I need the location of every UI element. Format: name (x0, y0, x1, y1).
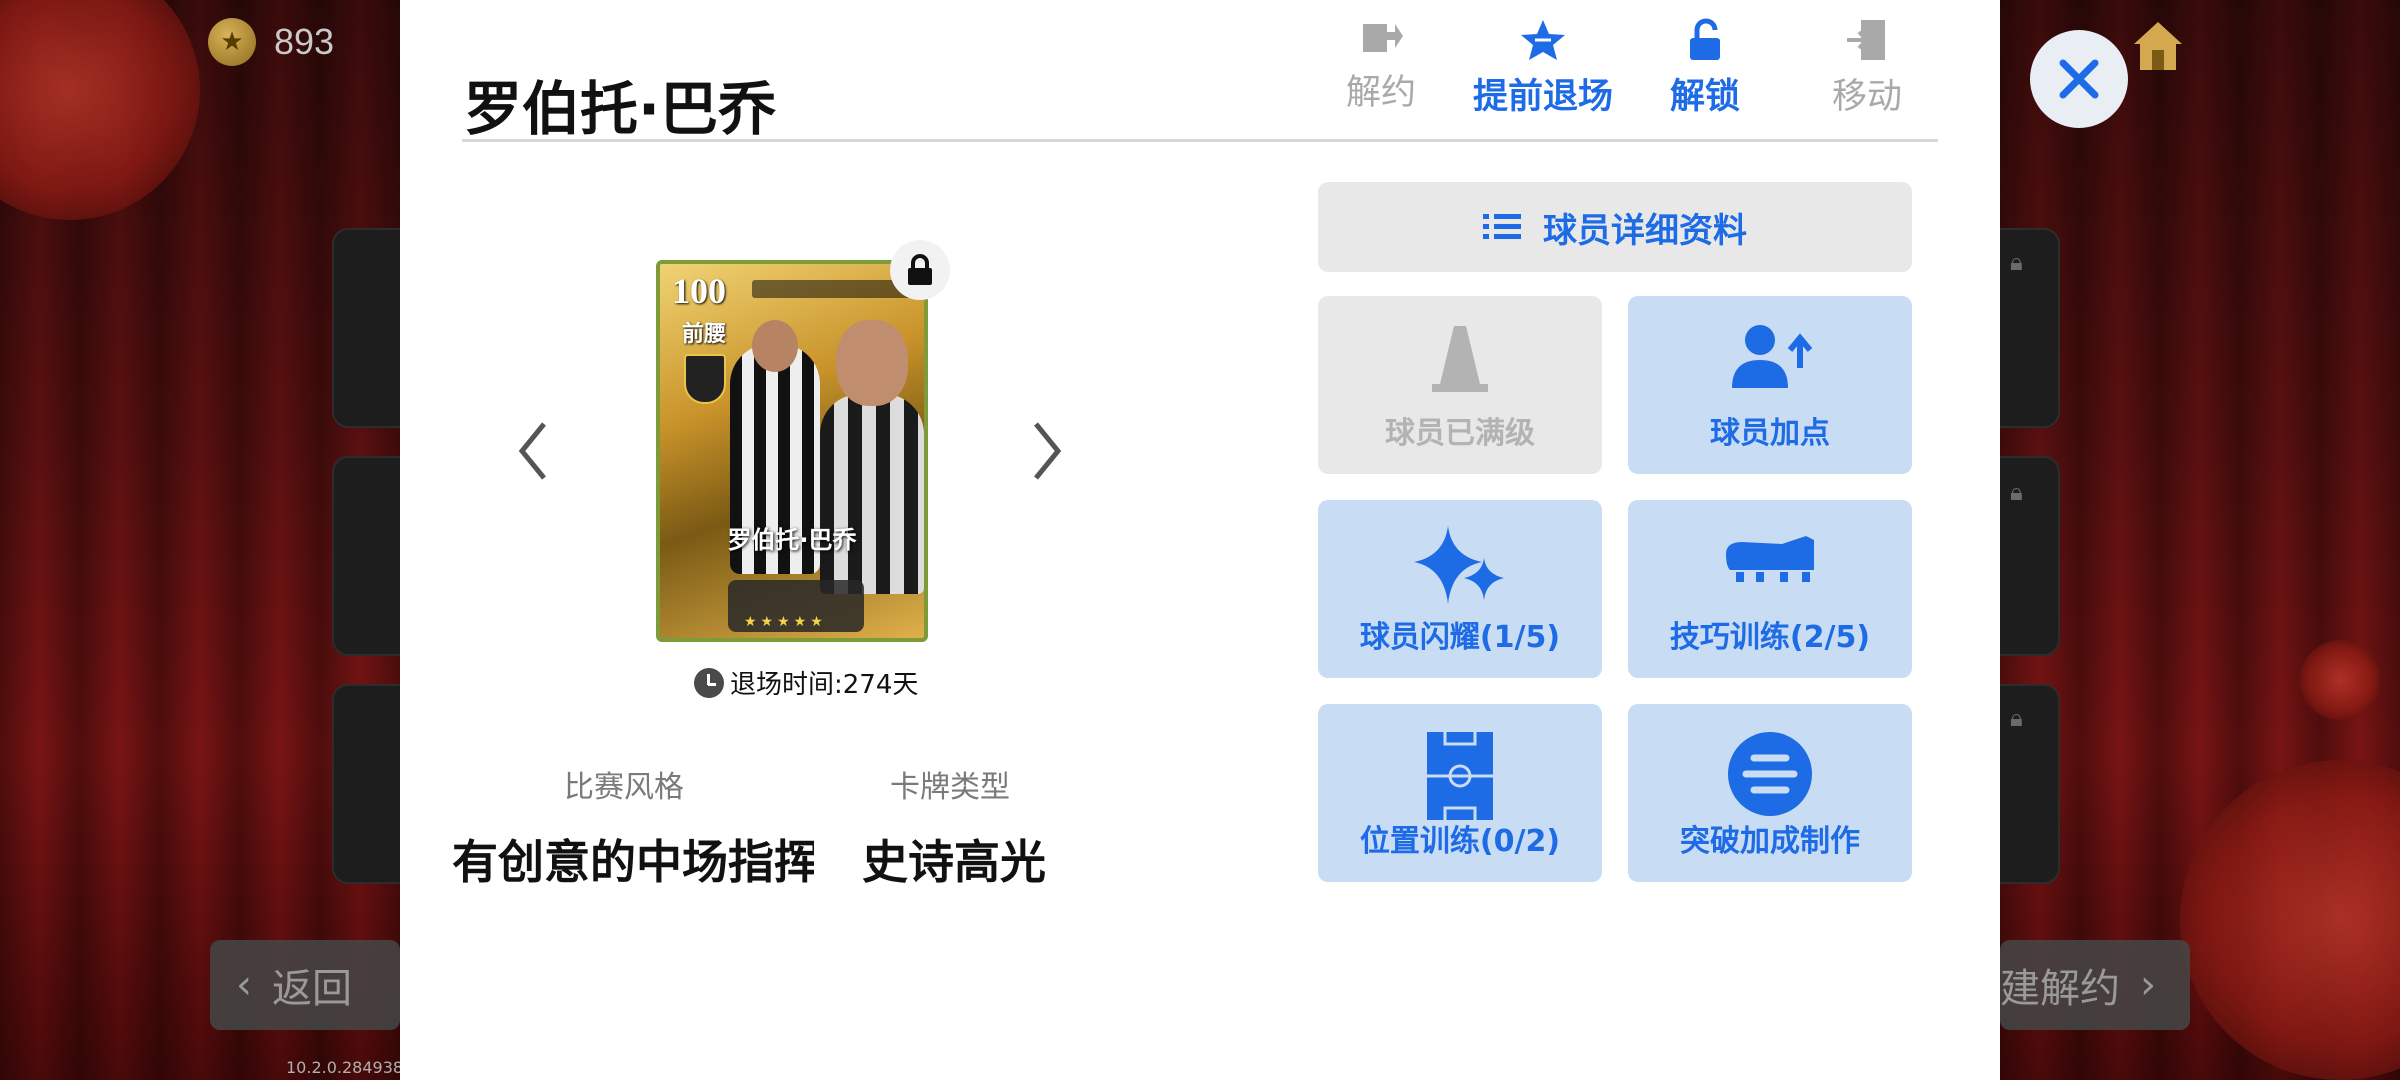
max-level-label: 球员已满级 (1385, 416, 1535, 451)
background-card-slot[interactable] (1998, 228, 2060, 428)
card-stars: ★★★★★ (744, 614, 827, 630)
unlock-label: 解锁 (1669, 77, 1740, 117)
training-cone-icon (1432, 326, 1488, 392)
coin-count: 893 (274, 21, 335, 62)
page-title: 罗伯托·巴乔 (464, 75, 777, 143)
close-button[interactable] (2030, 30, 2128, 128)
unlock-button[interactable]: 解锁 (1630, 18, 1780, 119)
position-training-label: 位置训练(0/2) (1359, 824, 1561, 859)
player-progression-label: 球员加点 (1710, 416, 1830, 451)
move-door-icon (1847, 20, 1885, 60)
boost-crafting-label: 突破加成制作 (1680, 824, 1860, 859)
early-retire-label: 提前退场 (1472, 77, 1613, 117)
close-icon (2059, 59, 2099, 99)
lock-icon: 🔒︎ (2010, 478, 2023, 506)
card-type-label: 卡牌类型 (890, 770, 1010, 805)
bulk-terminate-button[interactable]: 建解约 › (2000, 940, 2190, 1030)
early-retire-star-icon (1521, 20, 1565, 60)
next-player-arrow-icon[interactable] (1026, 418, 1066, 484)
move-button[interactable]: 移动 (1792, 18, 1942, 119)
position-training-tile[interactable]: 位置训练(0/2) (1318, 704, 1602, 882)
currency-display: ★ 893 (208, 18, 334, 66)
play-style-value: 有创意的中场指挥 (452, 835, 814, 889)
skill-training-label: 技巧训练(2/5) (1669, 620, 1871, 655)
back-button[interactable]: ‹ 返回 (210, 940, 400, 1030)
player-progression-tile[interactable]: 球员加点 (1628, 296, 1912, 474)
card-series-logo (752, 280, 912, 298)
efootball-logo-icon (1728, 732, 1812, 816)
card-rating: 100 (672, 271, 726, 311)
background-card-slot[interactable] (1998, 684, 2060, 884)
clock-icon (694, 667, 724, 698)
skill-training-tile[interactable]: 技巧训练(2/5) (1628, 500, 1912, 678)
move-label: 移动 (1831, 77, 1902, 117)
background-card-slot[interactable] (1998, 456, 2060, 656)
card-player-figure (820, 394, 924, 594)
card-type-value: 史诗高光 (862, 835, 1046, 889)
bulk-terminate-label: 建解约 (2000, 966, 2120, 1012)
card-player-head (752, 320, 798, 372)
list-icon (1483, 214, 1521, 239)
unlock-icon (1690, 18, 1720, 60)
player-shine-tile[interactable]: 球员闪耀(1/5) (1318, 500, 1602, 678)
terminate-contract-label: 解约 (1345, 73, 1416, 113)
club-badge-icon (684, 354, 726, 404)
lock-icon: 🔒︎ (2010, 248, 2023, 276)
version-label: 10.2.0.284938 (286, 1058, 404, 1077)
terminate-contract-button[interactable]: 解约 (1306, 18, 1456, 115)
player-details-label: 球员详细资料 (1543, 210, 1747, 251)
card-player-name: 罗伯托·巴乔 (727, 526, 857, 554)
coin-star-icon: ★ (208, 18, 256, 66)
card-player-head (836, 320, 908, 406)
player-detail-dialog: 罗伯托·巴乔 解约 提前退场 解锁 移动 100 前腰 罗伯托·巴乔 ★★★★★… (400, 0, 2000, 1080)
football-boot-icon (1726, 536, 1814, 582)
previous-player-arrow-icon[interactable] (514, 418, 554, 484)
decorative-flower (2300, 640, 2380, 720)
player-card[interactable]: 100 前腰 罗伯托·巴乔 ★★★★★ (656, 260, 928, 642)
boost-crafting-tile[interactable]: 突破加成制作 (1628, 704, 1912, 882)
sparkle-icon (1414, 526, 1504, 604)
pitch-icon (1427, 732, 1493, 820)
back-button-label: 返回 (272, 966, 352, 1012)
player-details-button[interactable]: 球员详细资料 (1318, 182, 1912, 272)
max-level-tile: 球员已满级 (1318, 296, 1602, 474)
retire-time-text: 退场时间:274天 (730, 670, 919, 700)
player-shine-label: 球员闪耀(1/5) (1359, 620, 1561, 655)
early-retire-button[interactable]: 提前退场 (1468, 18, 1618, 119)
play-style-label: 比赛风格 (564, 770, 684, 805)
card-position: 前腰 (682, 322, 727, 347)
home-icon[interactable] (2128, 14, 2188, 74)
header-divider (462, 139, 1938, 142)
retire-timer: 退场时间:274天 (694, 664, 918, 701)
terminate-contract-icon (1363, 24, 1403, 52)
chevron-right-icon: › (2140, 962, 2156, 1008)
lock-icon: 🔒︎ (2010, 704, 2023, 732)
chevron-left-icon: ‹ (236, 962, 252, 1008)
card-lock-icon[interactable] (890, 240, 950, 300)
user-arrow-up-icon (1732, 325, 1812, 388)
